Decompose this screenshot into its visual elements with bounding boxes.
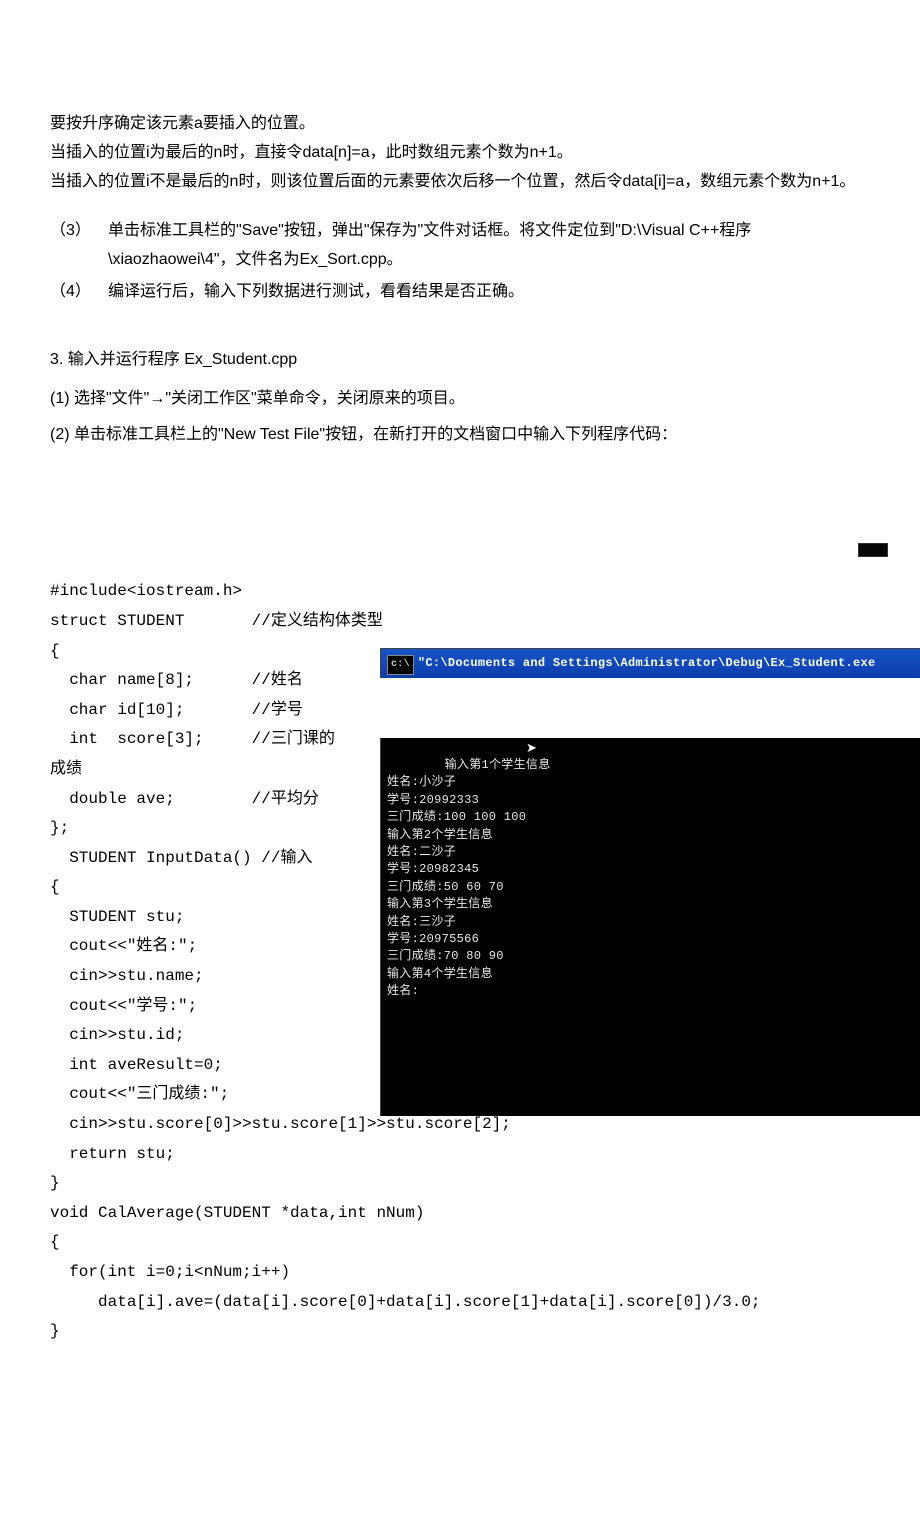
command-prompt-icon: c:\	[387, 655, 414, 676]
list-number: （4）	[50, 278, 108, 307]
list-item-3: （3） 单击标准工具栏的"Save"按钮，弹出"保存为"文件对话框。将文件定位到…	[50, 217, 870, 275]
intro-p1: 要按升序确定该元素a要插入的位置。	[50, 110, 870, 139]
console-screenshot: c:\ "C:\Documents and Settings\Administra…	[380, 559, 920, 1175]
list-content: 单击标准工具栏的"Save"按钮，弹出"保存为"文件对话框。将文件定位到"D:\…	[108, 217, 870, 275]
cursor-arrow-icon: ➤	[526, 740, 537, 759]
console-output: ➤输入第1个学生信息 姓名:小沙子 学号:20992333 三门成绩:100 1…	[380, 738, 920, 1116]
list-content: 编译运行后，输入下列数据进行测试，看看结果是否正确。	[108, 278, 870, 307]
code-block-wrap: #include<iostream.h> struct STUDENT //定义…	[50, 518, 870, 1465]
intro-p2: 当插入的位置i为最后的n时，直接令data[n]=a，此时数组元素个数为n+1。	[50, 139, 870, 168]
intro-p3: 当插入的位置i不是最后的n时，则该位置后面的元素要依次后移一个位置，然后令dat…	[50, 168, 870, 197]
step-1: (1) 选择"文件"→"关闭工作区"菜单命令，关闭原来的项目。	[50, 385, 870, 414]
list-number: （3）	[50, 217, 108, 275]
console-titlebar: c:\ "C:\Documents and Settings\Administra…	[380, 648, 920, 679]
section-3-heading: 3. 输入并运行程序 Ex_Student.cpp	[50, 346, 870, 375]
window-frame-fragment	[858, 543, 888, 557]
step-2: (2) 单击标准工具栏上的"New Test File"按钮，在新打开的文档窗口…	[50, 421, 870, 450]
console-text: 输入第1个学生信息 姓名:小沙子 学号:20992333 三门成绩:100 10…	[387, 758, 551, 998]
document-page: 要按升序确定该元素a要插入的位置。 当插入的位置i为最后的n时，直接令data[…	[0, 110, 920, 1515]
list-item-4: （4） 编译运行后，输入下列数据进行测试，看看结果是否正确。	[50, 278, 870, 307]
console-title-text: "C:\Documents and Settings\Administrator…	[418, 656, 876, 670]
